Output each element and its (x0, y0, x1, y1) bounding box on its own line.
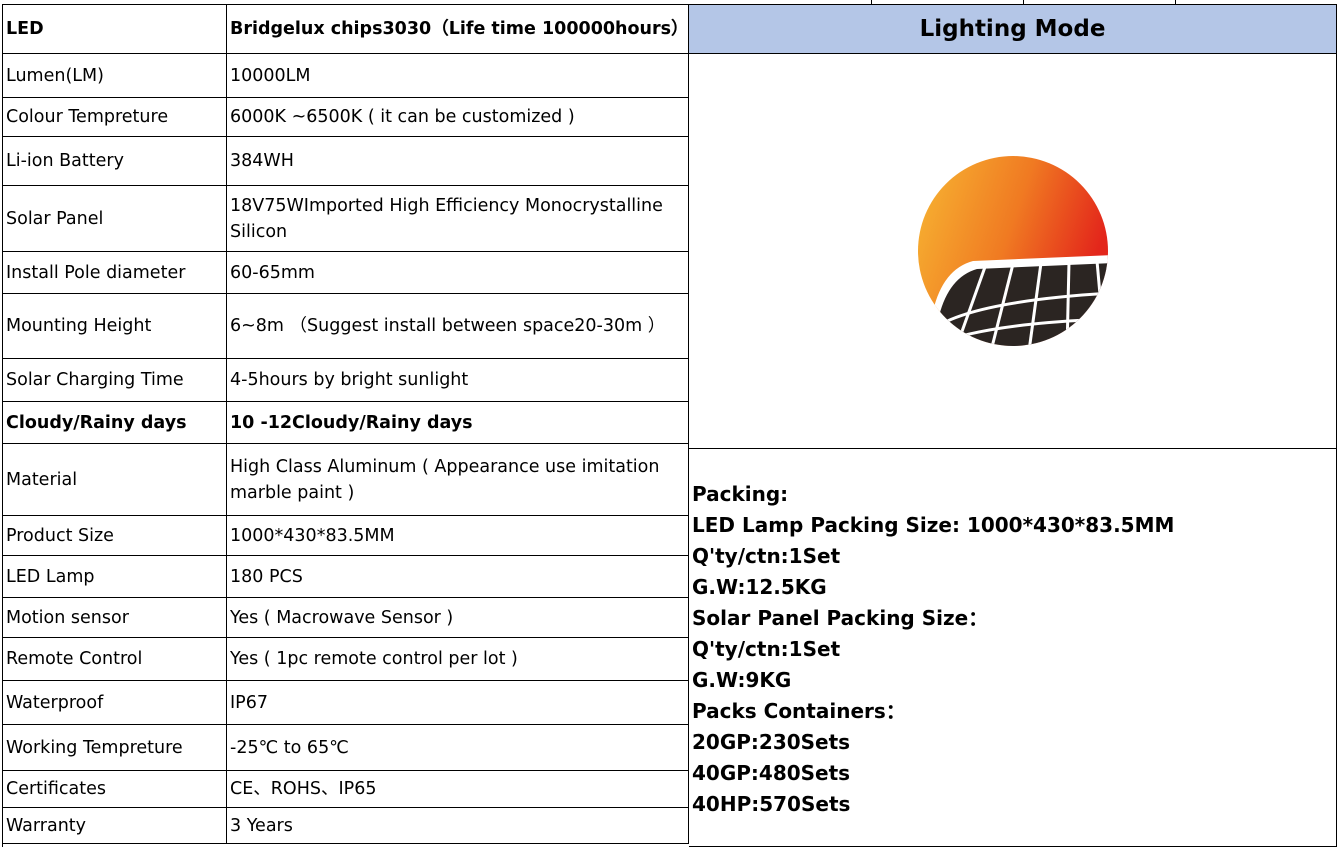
spec-value: 1000*430*83.5MM (227, 516, 689, 556)
packing-line: G.W:9KG (692, 668, 792, 692)
spec-label: Solar Charging Time (3, 359, 227, 402)
spec-value: Yes ( Macrowave Sensor ) (227, 598, 689, 638)
spec-value: 18V75WImported High Efficiency Monocryst… (227, 186, 689, 252)
spec-value: 4-5hours by bright sunlight (227, 359, 689, 402)
spec-label: Warranty (3, 808, 227, 844)
lighting-mode-image (689, 54, 1337, 449)
spec-label: Li-ion Battery (3, 137, 227, 186)
spec-label: Colour Tempreture (3, 98, 227, 137)
spec-label: Working Tempreture (3, 725, 227, 771)
spec-value: IP67 (227, 681, 689, 725)
packing-line: G.W:12.5KG (692, 575, 827, 599)
spec-value: 6000K ~6500K ( it can be customized ) (227, 98, 689, 137)
spec-value: Yes ( 1pc remote control per lot ) (227, 638, 689, 681)
lighting-mode-title: Lighting Mode (919, 16, 1106, 42)
spec-label: Install Pole diameter (3, 252, 227, 294)
packing-line: LED Lamp Packing Size: 1000*430*83.5MM (692, 513, 1175, 537)
spec-label: Solar Panel (3, 186, 227, 252)
spec-label: Product Size (3, 516, 227, 556)
spec-label: LED Lamp (3, 556, 227, 598)
spec-value: 10 -12Cloudy/Rainy days (227, 402, 689, 444)
packing-line: 40HP:570Sets (692, 792, 851, 816)
packing-line: Packing: (692, 482, 789, 506)
packing-line: Q'ty/ctn:1Set (692, 544, 841, 568)
spec-value: 10000LM (227, 54, 689, 98)
spec-label: Certificates (3, 771, 227, 808)
spec-label: Lumen(LM) (3, 54, 227, 98)
spec-value: 384WH (227, 137, 689, 186)
spec-label: Cloudy/Rainy days (3, 402, 227, 444)
spec-label: Motion sensor (3, 598, 227, 638)
spec-value: High Class Aluminum ( Appearance use imi… (227, 444, 689, 516)
spec-label: LED (3, 5, 227, 54)
packing-line: 40GP:480Sets (692, 761, 851, 785)
spec-value: Bridgelux chips3030（Life time 100000hour… (227, 5, 689, 54)
spec-label: Waterproof (3, 681, 227, 725)
spec-value: -25℃ to 65℃ (227, 725, 689, 771)
spec-value: 6~8m （Suggest install between space20-30… (227, 294, 689, 359)
spec-table: LED Bridgelux chips3030（Life time 100000h… (2, 4, 1337, 847)
spec-label: Mounting Height (3, 294, 227, 359)
spec-value: 60-65mm (227, 252, 689, 294)
packing-line: Solar Panel Packing Size： (692, 606, 989, 630)
spec-value: 180 PCS (227, 556, 689, 598)
packing-line: 20GP:230Sets (692, 730, 851, 754)
packing-line: Q'ty/ctn:1Set (692, 637, 841, 661)
packing-line: Packs Containers： (692, 699, 906, 723)
lighting-mode-header: Lighting Mode (689, 5, 1337, 54)
spec-label: Material (3, 444, 227, 516)
solar-sun-logo-icon (917, 156, 1108, 346)
spec-value: CE、ROHS、IP65 (227, 771, 689, 808)
spec-label: Remote Control (3, 638, 227, 681)
packing-info: Packing: LED Lamp Packing Size: 1000*430*… (689, 449, 1337, 847)
spec-value: 3 Years (227, 808, 689, 844)
